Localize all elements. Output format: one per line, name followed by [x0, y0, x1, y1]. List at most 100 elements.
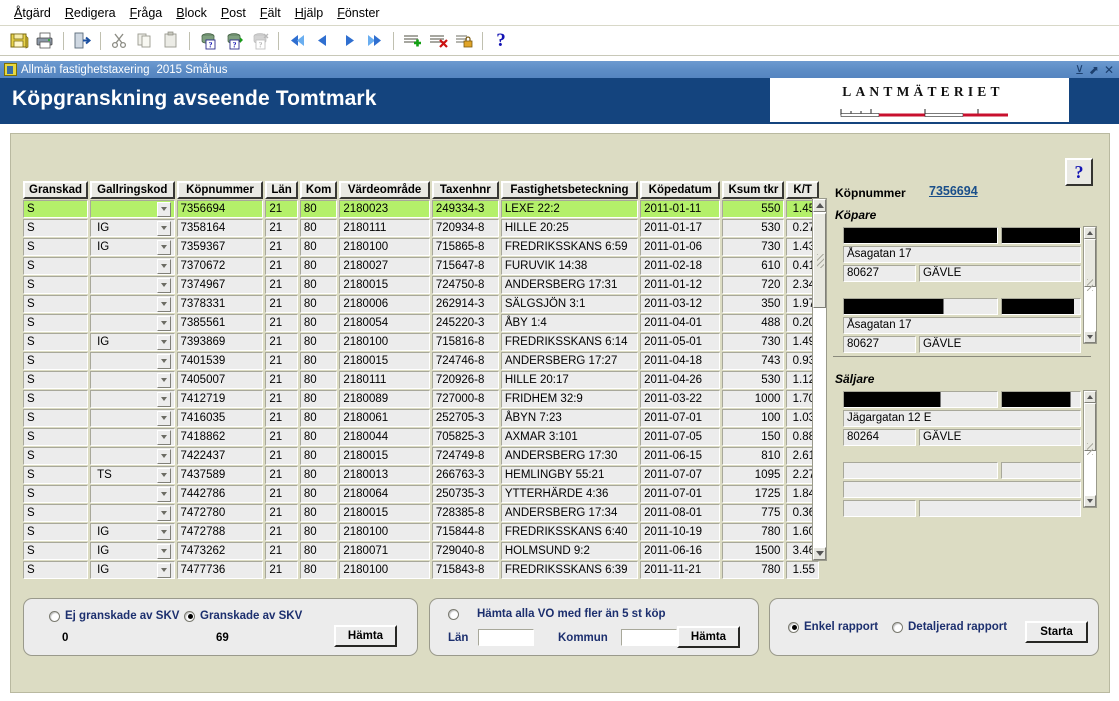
cell-granskad[interactable]: S	[23, 390, 89, 408]
grid-vertical-scrollbar[interactable]	[812, 198, 827, 561]
chevron-down-icon[interactable]	[156, 448, 171, 464]
cell-lan[interactable]: 21	[265, 238, 298, 256]
cell-kopnummer[interactable]: 7472780	[176, 504, 264, 522]
cell-fastighetsbeteckning[interactable]: ÅBY 1:4	[500, 314, 639, 332]
menu-fraga[interactable]: Fråga	[124, 4, 171, 22]
cell-kopnummer[interactable]: 7405007	[176, 371, 264, 389]
col-kopedatum[interactable]: Köpedatum	[640, 181, 721, 199]
cell-fastighetsbeteckning[interactable]: HEMLINGBY 55:21	[500, 466, 639, 484]
table-row[interactable]: S 7412719 21 80 2180089 727000-8 FRIDHEM 32:9 2…	[23, 390, 819, 408]
cell-kopedatum[interactable]: 2011-04-18	[640, 352, 721, 370]
cell-taxenhnr[interactable]: 250735-3	[431, 485, 499, 503]
cell-taxenhnr[interactable]: 728385-8	[431, 504, 499, 522]
cell-kom[interactable]: 80	[299, 352, 338, 370]
cell-taxenhnr[interactable]: 249334-3	[431, 200, 499, 218]
cell-fastighetsbeteckning[interactable]: FRIDHEM 32:9	[500, 390, 639, 408]
table-row[interactable]: S 7422437 21 80 2180015 724749-8 ANDERSBERG 17…	[23, 447, 819, 465]
table-row[interactable]: S 7442786 21 80 2180064 250735-3 YTTERHÄRDE 4:…	[23, 485, 819, 503]
cell-fastighetsbeteckning[interactable]: ÅBYN 7:23	[500, 409, 639, 427]
col-kopnummer[interactable]: Köpnummer	[176, 181, 264, 199]
cell-ksum-tkr[interactable]: 150	[722, 428, 785, 446]
cell-kopnummer[interactable]: 7359367	[176, 238, 264, 256]
cell-kom[interactable]: 80	[299, 466, 338, 484]
cell-kopedatum[interactable]: 2011-07-07	[640, 466, 721, 484]
print-icon[interactable]	[32, 29, 58, 53]
start-report-button[interactable]: Starta	[1025, 621, 1088, 643]
buyer-id-field[interactable]	[1001, 227, 1081, 244]
query-enter-icon[interactable]: ?	[195, 29, 221, 53]
buyer-postal-field[interactable]: 80627	[843, 336, 916, 353]
cell-kom[interactable]: 80	[299, 485, 338, 503]
buyer-city-field[interactable]: GÄVLE	[919, 265, 1081, 282]
cell-kom[interactable]: 80	[299, 542, 338, 560]
cell-lan[interactable]: 21	[265, 276, 298, 294]
cell-fastighetsbeteckning[interactable]: AXMAR 3:101	[500, 428, 639, 446]
chevron-down-icon[interactable]	[156, 486, 171, 502]
cell-lan[interactable]: 21	[265, 561, 298, 579]
cell-ksum-tkr[interactable]: 810	[722, 447, 785, 465]
cell-fastighetsbeteckning[interactable]: FREDRIKSSKANS 6:14	[500, 333, 639, 351]
cell-kom[interactable]: 80	[299, 447, 338, 465]
cell-taxenhnr[interactable]: 720934-8	[431, 219, 499, 237]
cell-granskad[interactable]: S	[23, 561, 89, 579]
cell-taxenhnr[interactable]: 262914-3	[431, 295, 499, 313]
cell-granskad[interactable]: S	[23, 371, 89, 389]
chevron-down-icon[interactable]	[156, 429, 171, 445]
cut-icon[interactable]	[106, 29, 132, 53]
cell-lan[interactable]: 21	[265, 200, 298, 218]
cell-ksum-tkr[interactable]: 720	[722, 276, 785, 294]
cell-kopnummer[interactable]: 7418862	[176, 428, 264, 446]
cell-ksum-tkr[interactable]: 730	[722, 333, 785, 351]
cell-kopnummer[interactable]: 7473262	[176, 542, 264, 560]
help-question-icon[interactable]: ?	[488, 29, 514, 53]
cell-granskad[interactable]: S	[23, 333, 89, 351]
cell-ksum-tkr[interactable]: 780	[722, 561, 785, 579]
previous-record-icon[interactable]	[310, 29, 336, 53]
seller-address-field[interactable]: Jägargatan 12 E	[843, 410, 1081, 427]
cell-ksum-tkr[interactable]: 530	[722, 371, 785, 389]
cell-gallringskod-dropdown[interactable]	[90, 276, 175, 294]
cell-vardeomrade[interactable]: 2180054	[339, 314, 430, 332]
cell-kopedatum[interactable]: 2011-07-01	[640, 409, 721, 427]
cell-gallringskod-dropdown[interactable]: TS	[90, 466, 175, 484]
chevron-down-icon[interactable]	[156, 467, 171, 483]
cell-kopnummer[interactable]: 7477736	[176, 561, 264, 579]
cell-vardeomrade[interactable]: 2180015	[339, 352, 430, 370]
cell-kopedatum[interactable]: 2011-06-16	[640, 542, 721, 560]
radio-hamta-alla-vo[interactable]: Hämta alla VO med fler än 5 st köp	[448, 608, 666, 620]
chevron-down-icon[interactable]	[156, 277, 171, 293]
col-taxenhnr[interactable]: Taxenhnr	[431, 181, 499, 199]
chevron-down-icon[interactable]	[156, 372, 171, 388]
cell-taxenhnr[interactable]: 724749-8	[431, 447, 499, 465]
seller-id-field[interactable]	[1001, 462, 1081, 479]
table-row[interactable]: S 7405007 21 80 2180111 720926-8 HILLE 20:17 20…	[23, 371, 819, 389]
cell-vardeomrade[interactable]: 2180089	[339, 390, 430, 408]
cell-taxenhnr[interactable]: 252705-3	[431, 409, 499, 427]
table-row[interactable]: S IG 7477736 21 80 2180100 715843-8 FREDRIKSSKA…	[23, 561, 819, 579]
cell-gallringskod-dropdown[interactable]: IG	[90, 561, 175, 579]
cell-kopnummer[interactable]: 7437589	[176, 466, 264, 484]
cell-kopnummer[interactable]: 7472788	[176, 523, 264, 541]
cell-kom[interactable]: 80	[299, 295, 338, 313]
radio-granskade[interactable]: Granskade av SKV	[184, 610, 302, 622]
buyer-address-field[interactable]: Åsagatan 17	[843, 246, 1081, 263]
cell-ksum-tkr[interactable]: 1725	[722, 485, 785, 503]
cell-fastighetsbeteckning[interactable]: FURUVIK 14:38	[500, 257, 639, 275]
save-icon[interactable]	[6, 29, 32, 53]
cell-taxenhnr[interactable]: 715844-8	[431, 523, 499, 541]
cell-kom[interactable]: 80	[299, 200, 338, 218]
cell-granskad[interactable]: S	[23, 428, 89, 446]
cell-fastighetsbeteckning[interactable]: FREDRIKSSKANS 6:39	[500, 561, 639, 579]
cell-lan[interactable]: 21	[265, 542, 298, 560]
cell-granskad[interactable]: S	[23, 504, 89, 522]
seller-scrollbar[interactable]	[1083, 390, 1097, 508]
cell-kopnummer[interactable]: 7401539	[176, 352, 264, 370]
cell-gallringskod-dropdown[interactable]	[90, 485, 175, 503]
cell-vardeomrade[interactable]: 2180111	[339, 219, 430, 237]
kommun-input[interactable]	[621, 629, 677, 646]
cell-ksum-tkr[interactable]: 1095	[722, 466, 785, 484]
cell-kom[interactable]: 80	[299, 238, 338, 256]
cell-gallringskod-dropdown[interactable]	[90, 504, 175, 522]
chevron-down-icon[interactable]	[156, 410, 171, 426]
cell-kopnummer[interactable]: 7385561	[176, 314, 264, 332]
